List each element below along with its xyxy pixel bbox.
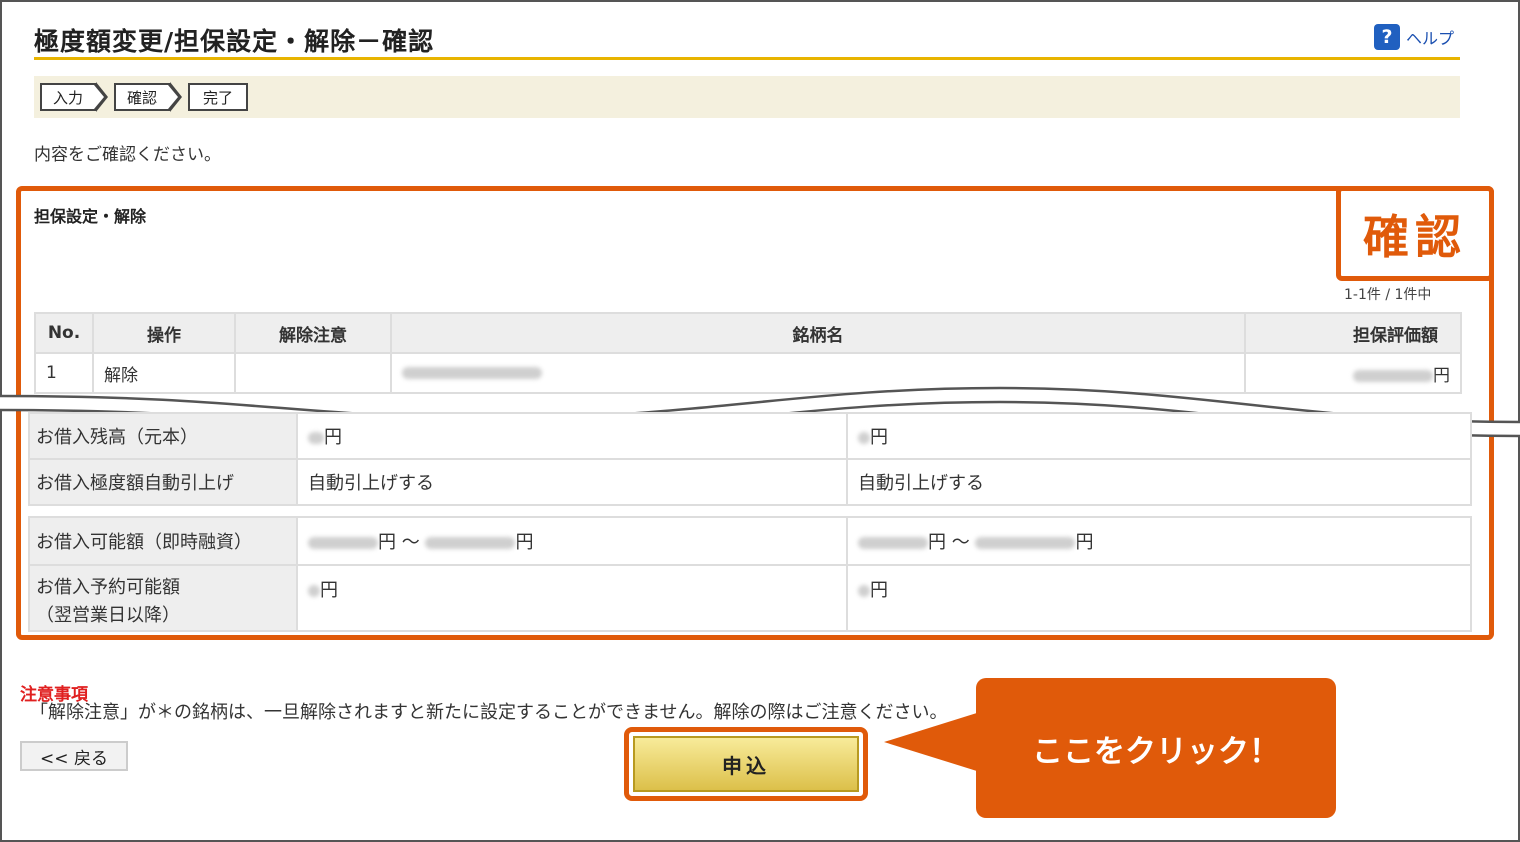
col-no: No.	[34, 312, 94, 354]
outstanding-label: お借入残高（元本）	[28, 412, 298, 460]
table-header-row: No. 操作 解除注意 銘柄名 担保評価額	[34, 312, 1462, 354]
callout-pointer	[884, 712, 980, 772]
click-here-callout: ここをクリック！	[976, 678, 1336, 818]
auto-raise-after: 自動引上げする	[846, 458, 1472, 506]
step-confirm: 確認	[114, 83, 170, 111]
submit-button[interactable]: 申込	[633, 736, 859, 792]
redacted-text	[858, 432, 870, 444]
redacted-text	[858, 537, 928, 549]
notes-text: 「解除注意」が＊の銘柄は、一旦解除されますと新たに設定することができません。解除…	[30, 702, 948, 723]
available-after: 円 ～ 円	[846, 516, 1472, 566]
col-collateral-value: 担保評価額	[1244, 312, 1462, 354]
reserve-after: 円	[846, 564, 1472, 632]
outstanding-after: 円	[846, 412, 1472, 460]
back-button[interactable]: << 戻る	[20, 741, 128, 771]
step-indicator: 入力 確認 完了	[34, 76, 1460, 118]
outstanding-before: 円	[296, 412, 848, 460]
help-label: ヘルプ	[1406, 29, 1455, 48]
redacted-text	[308, 537, 378, 549]
col-operation: 操作	[92, 312, 236, 354]
redacted-text	[425, 537, 516, 549]
intro-text: 内容をご確認ください。	[34, 145, 221, 165]
col-security-name: 銘柄名	[390, 312, 1246, 354]
redacted-text	[858, 585, 870, 597]
section-title: 担保設定・解除	[34, 207, 147, 226]
step-arrow-icon	[168, 82, 182, 112]
auto-raise-label: お借入極度額自動引上げ	[28, 458, 298, 506]
title-underline	[34, 57, 1460, 60]
reserve-before: 円	[296, 564, 848, 632]
loan-availability-table: お借入可能額（即時融資） 円 ～ 円 円 ～ 円 お借入予約可能額 （翌営業日以…	[28, 516, 1472, 632]
auto-raise-before: 自動引上げする	[296, 458, 848, 506]
outstanding-row: お借入残高（元本） 円 円	[28, 412, 1472, 460]
auto-raise-row: お借入極度額自動引上げ 自動引上げする 自動引上げする	[28, 458, 1472, 506]
page-title: 極度額変更/担保設定・解除－確認	[34, 27, 435, 56]
reserve-label: お借入予約可能額 （翌営業日以降）	[28, 564, 298, 632]
step-input: 入力	[40, 83, 96, 111]
submit-highlight: 申込	[624, 727, 868, 801]
result-count: 1-1件 / 1件中	[1344, 287, 1432, 303]
redacted-text	[308, 432, 324, 444]
confirm-badge: 確認	[1336, 186, 1494, 281]
help-icon: ?	[1374, 24, 1400, 50]
step-arrow-icon	[94, 82, 108, 112]
reserve-row: お借入予約可能額 （翌営業日以降） 円 円	[28, 564, 1472, 632]
loan-summary-table: お借入残高（元本） 円 円 お借入極度額自動引上げ 自動引上げする 自動引上げす…	[28, 412, 1472, 506]
available-before: 円 ～ 円	[296, 516, 848, 566]
redacted-text	[308, 585, 320, 597]
available-label: お借入可能額（即時融資）	[28, 516, 298, 566]
available-row: お借入可能額（即時融資） 円 ～ 円 円 ～ 円	[28, 516, 1472, 566]
help-link[interactable]: ? ヘルプ	[1374, 24, 1454, 50]
step-complete: 完了	[188, 83, 248, 111]
col-release-caution: 解除注意	[234, 312, 392, 354]
redacted-text	[975, 537, 1076, 549]
